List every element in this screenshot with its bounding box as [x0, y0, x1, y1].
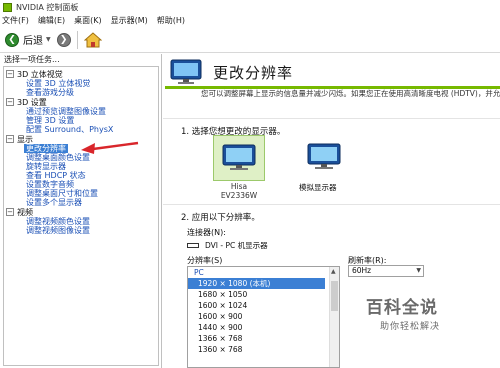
collapse-icon[interactable]: − [6, 98, 14, 106]
tree-item-hdcp-status[interactable]: 查看 HDCP 状态 [26, 171, 158, 180]
menu-bar: 文件(F) 编辑(E) 桌面(K) 显示器(M) 帮助(H) [0, 14, 500, 27]
tree-item-video-color[interactable]: 调整视频颜色设置 [26, 217, 158, 226]
tree-item-manage-3d[interactable]: 管理 3D 设置 [26, 116, 158, 125]
resolution-item[interactable]: 1600 × 900 [188, 311, 325, 322]
monitor-header-icon [170, 59, 202, 84]
task-panel: 选择一项任务... − 3D 立体视觉 设置 3D 立体视觉 查看游戏分级 − … [0, 54, 162, 368]
forward-icon[interactable]: ❯ [56, 32, 71, 47]
toolbar-divider [76, 30, 78, 49]
menu-help[interactable]: 帮助(H) [157, 15, 185, 26]
display-option-analog[interactable] [306, 138, 342, 176]
display-option-selected[interactable] [213, 135, 265, 181]
collapse-icon[interactable]: − [6, 70, 14, 78]
collapse-icon[interactable]: − [6, 135, 14, 143]
resolution-item[interactable]: 1440 × 900 [188, 322, 325, 333]
menu-desktop[interactable]: 桌面(K) [74, 15, 102, 26]
menu-file[interactable]: 文件(F) [2, 15, 29, 26]
resolution-scrollbar[interactable]: ▲ [329, 267, 339, 367]
resolution-item[interactable]: 1366 × 768 [188, 333, 325, 344]
tree-item-setup-stereo[interactable]: 设置 3D 立体视觉 [26, 79, 158, 88]
tree-item-surround-physx[interactable]: 配置 Surround、PhysX [26, 125, 158, 134]
back-icon[interactable]: ❮ [5, 32, 19, 47]
tree-item-desktop-size[interactable]: 调整桌面尺寸和位置 [26, 189, 158, 198]
display-name-label: 模拟显示器 [299, 183, 337, 192]
refresh-rate-select[interactable]: 60Hz ▼ [348, 265, 424, 277]
display-name-label: Hisa EV2336W [220, 182, 258, 200]
connector-label: 连接器(N): [187, 228, 226, 237]
tree-item-change-resolution[interactable]: 更改分辨率 [24, 144, 68, 153]
nvidia-logo-icon [3, 2, 12, 12]
scroll-up-icon[interactable]: ▲ [331, 268, 336, 275]
tree-category-3d-stereo[interactable]: − 3D 立体视觉 [6, 69, 158, 79]
back-dropdown-icon[interactable]: ▼ [46, 36, 51, 43]
connector-value: DVI - PC 机显示器 [187, 240, 268, 251]
resolution-group: PC [194, 268, 204, 277]
tree-item-video-image[interactable]: 调整视频图像设置 [26, 226, 158, 235]
tree-item-digital-audio[interactable]: 设置数字音频 [26, 180, 158, 189]
menu-edit[interactable]: 编辑(E) [38, 15, 65, 26]
tree-item-rotate-display[interactable]: 旋转显示器 [26, 162, 158, 171]
content-panel: 更改分辨率 您可以调整屏幕上显示的信息量并减少闪烁。如果您正在使用高清晰度电视 … [163, 54, 500, 368]
toolbar: ❮ 后退 ▼ ❯ [0, 27, 500, 53]
section-2-label: 2. 应用以下分辨率。 [181, 213, 260, 223]
tree-item-multiple-displays[interactable]: 设置多个显示器 [26, 198, 158, 207]
resolution-item[interactable]: 1680 × 1050 [188, 289, 325, 300]
collapse-icon[interactable]: − [6, 208, 14, 216]
watermark-title: 百科全说 [366, 298, 438, 318]
task-tree: − 3D 立体视觉 设置 3D 立体视觉 查看游戏分级 − 3D 设置 通过预览… [3, 66, 159, 366]
back-button[interactable]: 后退 [23, 32, 43, 47]
chevron-down-icon: ▼ [416, 267, 421, 274]
resolution-item[interactable]: 1920 × 1080 (本机) [188, 278, 325, 289]
tree-category-video[interactable]: − 视频 [6, 207, 158, 217]
annotation-arrow-icon [81, 141, 139, 154]
resolution-item[interactable]: 1600 × 1024 [188, 300, 325, 311]
menu-display[interactable]: 显示器(M) [111, 15, 148, 26]
resolution-label: 分辨率(S) [187, 256, 223, 265]
home-icon[interactable] [83, 31, 102, 49]
monitor-icon [222, 144, 256, 170]
watermark: 百科全说 助你轻松解决 [366, 293, 462, 332]
resolution-list[interactable]: PC 1920 × 1080 (本机) 1680 × 1050 1600 × 1… [187, 266, 340, 368]
page-title: 更改分辨率 [213, 63, 294, 82]
page-description: 您可以调整屏幕上显示的信息量并减少闪烁。如果您正在使用高清晰度电视 (HDTV)… [201, 89, 500, 98]
connector-icon [187, 243, 199, 248]
title-bar: NVIDIA 控制面板 [0, 0, 500, 14]
watermark-subtitle: 助你轻松解决 [380, 322, 441, 332]
tree-category-3d-settings[interactable]: − 3D 设置 [6, 97, 158, 107]
monitor-icon [307, 143, 341, 169]
task-header: 选择一项任务... [0, 54, 161, 66]
page-header: 更改分辨率 [169, 58, 293, 86]
tree-item-image-preview[interactable]: 通过预览调整图像设置 [26, 107, 158, 116]
window-title: NVIDIA 控制面板 [16, 2, 79, 12]
resolution-item[interactable]: 1360 × 768 [188, 344, 325, 355]
scroll-thumb[interactable] [331, 281, 338, 311]
